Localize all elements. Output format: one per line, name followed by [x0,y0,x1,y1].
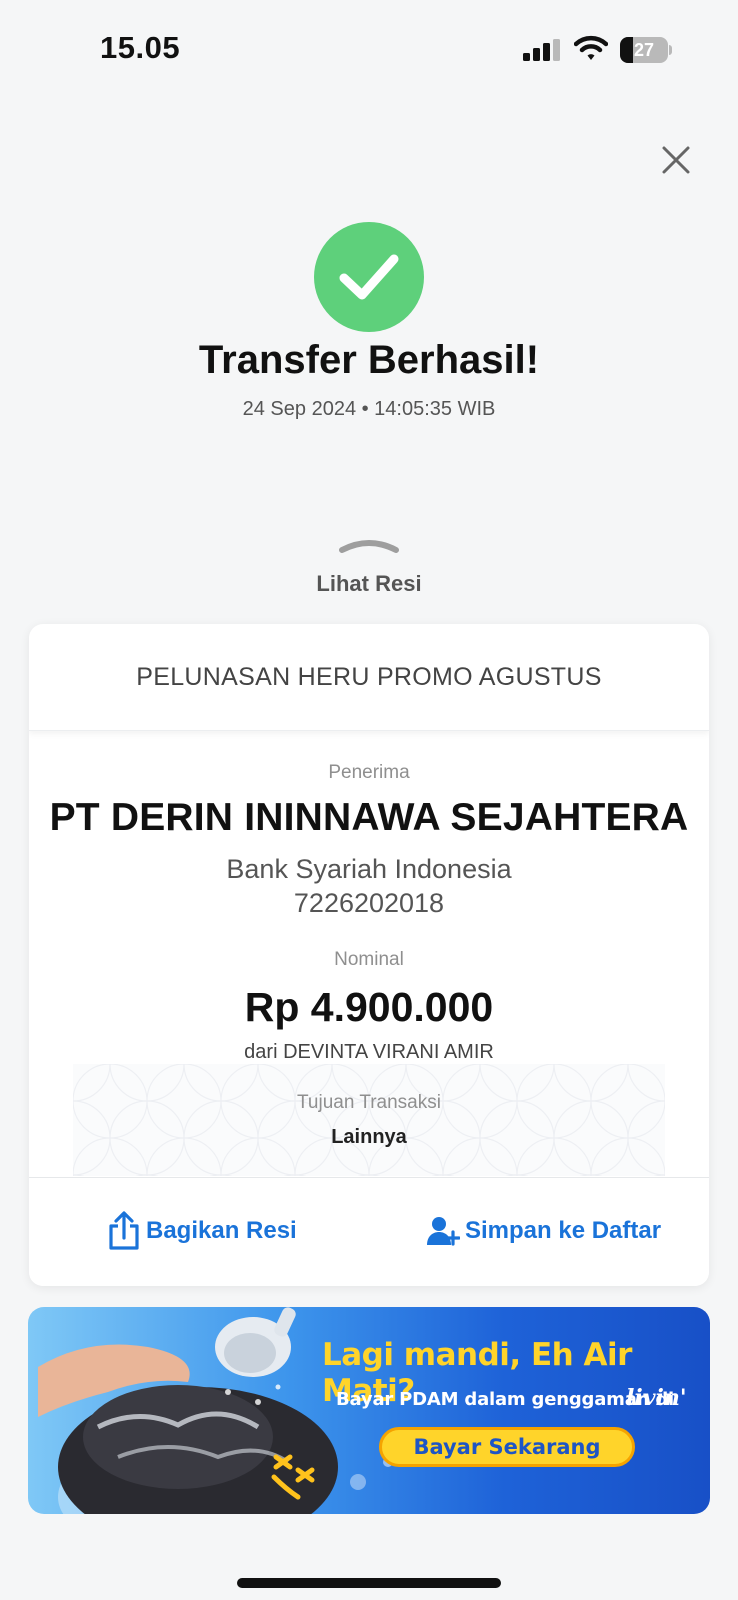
amount-label: Nominal [334,949,404,970]
close-button[interactable] [656,140,696,180]
banner-subtext: Bayar PDAM dalam genggaman di [336,1389,675,1410]
pay-now-button[interactable]: Bayar Sekarang [379,1427,635,1467]
share-icon [109,1211,139,1250]
receipt-description: PELUNASAN HERU PROMO AGUSTUS [29,624,709,731]
battery-icon: 27 [620,37,672,63]
save-to-list-label: Simpan ke Daftar [465,1217,662,1244]
receipt-actions: Bagikan Resi Simpan ke Daftar [29,1177,709,1286]
sender-name: dari DEVINTA VIRANI AMIR [244,1041,494,1063]
share-receipt-button[interactable]: Bagikan Resi [107,1208,297,1254]
success-check-icon [314,222,424,332]
purpose-label: Tujuan Transaksi [297,1092,441,1113]
status-bar: 15.05 27 [0,0,738,100]
recipient-account-number: 7226202018 [293,888,445,918]
share-receipt-label: Bagikan Resi [146,1217,297,1244]
cellular-signal-icon [523,39,560,61]
view-receipt-toggle[interactable]: Lihat Resi [0,571,738,597]
receipt-card: PELUNASAN HERU PROMO AGUSTUS Penerima PT… [29,624,709,1286]
promo-banner[interactable]: Lagi mandi, Eh Air Mati? Bayar PDAM dala… [28,1307,710,1514]
transfer-amount: Rp 4.900.000 [244,984,494,1030]
home-indicator[interactable] [237,1578,501,1588]
status-time: 15.05 [100,30,181,65]
recipient-name: PT DERIN ININNAWA SEJAHTERA [49,796,689,839]
battery-level: 27 [633,40,655,60]
banner-brand-logo: livin' [626,1385,687,1411]
purpose-value: Lainnya [331,1126,407,1148]
recipient-label: Penerima [328,762,410,783]
transaction-timestamp: 24 Sep 2024 • 14:05:35 WIB [242,398,496,420]
background-pattern [73,1064,665,1176]
chevron-up-icon[interactable] [338,534,400,554]
wifi-icon [574,35,608,60]
page-title: Transfer Berhasil! [198,338,540,382]
save-to-list-button[interactable]: Simpan ke Daftar [426,1208,661,1254]
add-contact-icon [427,1217,460,1246]
close-icon [662,146,690,174]
recipient-bank: Bank Syariah Indonesia [226,854,512,884]
